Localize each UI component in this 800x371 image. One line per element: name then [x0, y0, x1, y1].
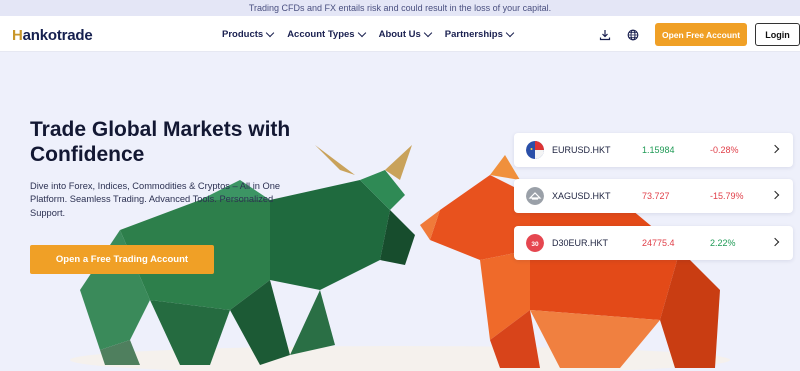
nav-account-types[interactable]: Account Types [287, 28, 366, 40]
chevron-down-icon [505, 28, 515, 38]
dax30-icon: 30 [526, 234, 544, 252]
nav-partnerships-label: Partnerships [444, 29, 503, 40]
ticker-price: 1.15984 [642, 145, 675, 155]
ticker-price: 24775.4 [642, 238, 675, 248]
ticker-change: -0.28% [710, 145, 739, 155]
ticker-row-eurusd[interactable]: EURUSD.HKT 1.15984 -0.28% [514, 133, 793, 167]
nav-partnerships[interactable]: Partnerships [444, 28, 515, 40]
ticker-row-d30eur[interactable]: 30 D30EUR.HKT 24775.4 2.22% [514, 226, 793, 260]
ticker-symbol: EURUSD.HKT [552, 145, 611, 155]
login-button[interactable]: Login [755, 23, 800, 46]
globe-icon[interactable] [627, 29, 639, 41]
silver-icon [526, 187, 544, 205]
risk-warning-bar: Trading CFDs and FX entails risk and cou… [0, 0, 800, 16]
open-free-account-button[interactable]: Open Free Account [655, 23, 747, 46]
ticker-symbol: XAGUSD.HKT [552, 191, 611, 201]
svg-text:30: 30 [531, 241, 539, 248]
chevron-down-icon [423, 28, 433, 38]
hero-subtitle: Dive into Forex, Indices, Commodities & … [30, 181, 281, 218]
ticker-symbol: D30EUR.HKT [552, 238, 609, 248]
hankotrade-logo[interactable]: Hankotrade [12, 27, 93, 44]
ticker-change: -15.79% [710, 191, 744, 201]
ticker-price: 73.727 [642, 191, 670, 201]
chevron-right-icon [770, 237, 780, 247]
ticker-row-xagusd[interactable]: XAGUSD.HKT 73.727 -15.79% [514, 179, 793, 213]
open-trading-account-button[interactable]: Open a Free Trading Account [30, 245, 214, 274]
nav-account-types-label: Account Types [287, 29, 355, 40]
main-menu: Products Account Types About Us Partners… [222, 28, 515, 40]
logo-initial: H [12, 27, 23, 44]
nav-products[interactable]: Products [222, 28, 275, 40]
download-icon[interactable] [599, 29, 611, 41]
ticker-change: 2.22% [710, 238, 736, 248]
chevron-down-icon [357, 28, 366, 38]
eu-us-flag-icon [526, 141, 544, 159]
nav-about-us-label: About Us [378, 29, 421, 40]
nav-about-us[interactable]: About Us [378, 28, 433, 40]
chevron-right-icon [770, 144, 780, 154]
nav-products-label: Products [222, 29, 264, 40]
hero-title: Trade Global Markets with Confidence [30, 118, 291, 166]
logo-text: ankotrade [22, 27, 93, 44]
chevron-right-icon [770, 190, 780, 200]
chevron-down-icon [265, 28, 275, 38]
